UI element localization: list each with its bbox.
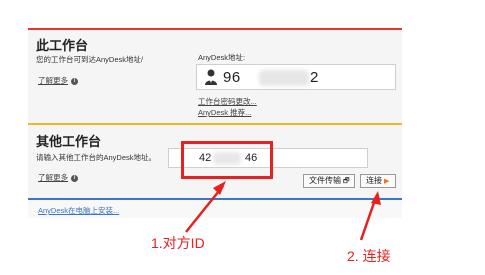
address-suffix: 2 xyxy=(310,69,319,86)
file-transfer-label: 文件传输 xyxy=(309,176,341,185)
annotation-peer-id: 1.对方ID xyxy=(151,235,205,251)
install-link[interactable]: AnyDesk在电脑上安装... xyxy=(38,205,119,216)
connect-label: 连接 xyxy=(366,176,382,185)
file-transfer-button[interactable]: 文件传输 🗗 xyxy=(303,174,355,188)
address-label: AnyDesk地址: xyxy=(198,53,246,62)
address-redaction xyxy=(259,70,309,86)
this-desk-description: 您的工作台可到达AnyDesk地址/ xyxy=(36,55,144,64)
learn-more-label[interactable]: 了解更多 xyxy=(38,76,68,85)
info-icon: i xyxy=(71,77,78,85)
address-prefix: 96 xyxy=(223,69,241,86)
play-arrow-icon: ▶ xyxy=(384,178,390,185)
this-desk-learn-more[interactable]: 了解更多 i xyxy=(38,75,78,86)
recommend-link[interactable]: AnyDesk 推荐... xyxy=(198,107,251,118)
other-desk-title: 其他工作台 xyxy=(36,134,102,149)
change-password-link[interactable]: 工作台密码更改... xyxy=(198,96,257,107)
this-desk-panel: 此工作台 您的工作台可到达AnyDesk地址/ 了解更多 i AnyDesk地址:… xyxy=(28,28,402,123)
this-desk-title: 此工作台 xyxy=(36,38,89,53)
other-desk-description: 请输入其他工作台的AnyDesk地址。 xyxy=(36,153,157,162)
person-icon xyxy=(205,69,217,85)
install-panel: AnyDesk在电脑上安装... xyxy=(28,198,402,218)
info-icon: i xyxy=(71,174,78,182)
learn-more-label[interactable]: 了解更多 xyxy=(38,173,68,182)
address-display: 96 2 xyxy=(196,64,396,90)
other-desk-learn-more[interactable]: 了解更多 i xyxy=(38,172,78,183)
file-transfer-icon: 🗗 xyxy=(343,178,350,185)
connect-button[interactable]: 连接 ▶ xyxy=(360,174,396,188)
annotation-connect: 2. 连接 xyxy=(347,248,391,264)
highlight-box xyxy=(181,141,273,179)
